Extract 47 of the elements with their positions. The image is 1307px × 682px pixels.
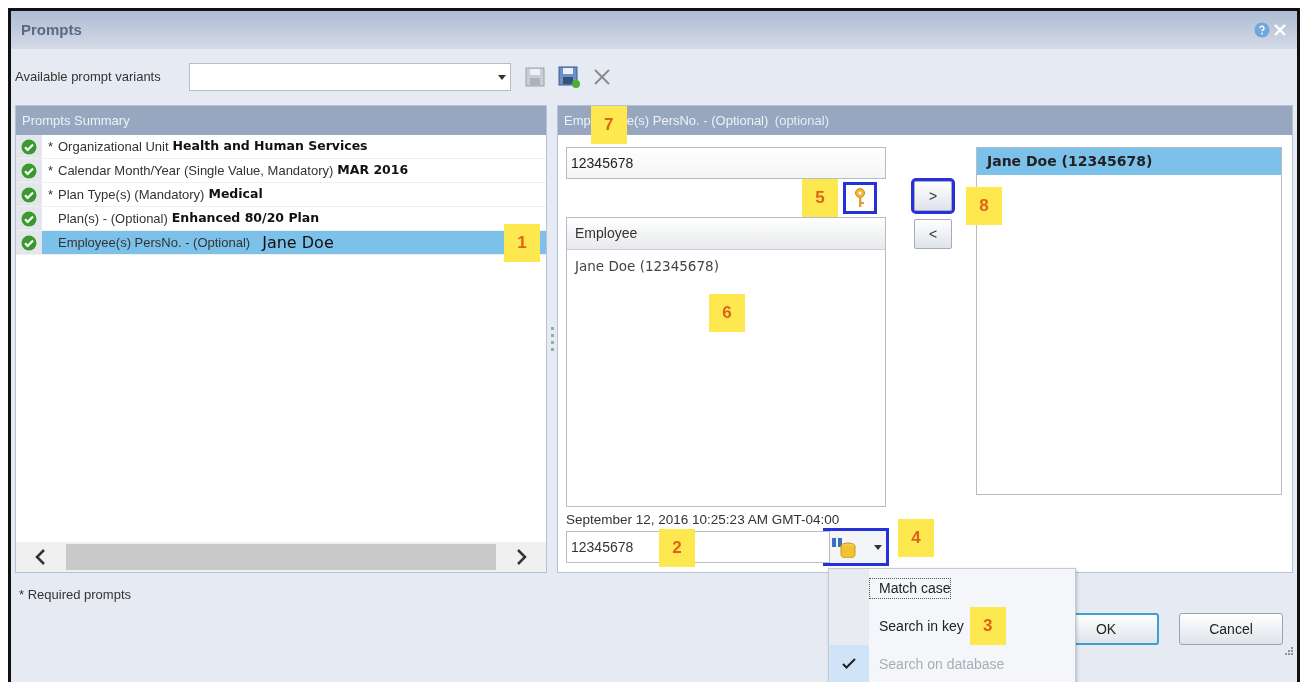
callout-label: 1 — [504, 224, 540, 262]
scroll-right-icon[interactable] — [516, 549, 528, 565]
menu-item[interactable]: Search in key — [869, 615, 964, 637]
callout-label: 2 — [659, 529, 695, 567]
status-ok-icon — [21, 162, 37, 179]
summary-row[interactable]: * Plan Type(s) (Mandatory) Medical — [42, 183, 546, 206]
callout-label: 5 — [802, 179, 838, 217]
dialog-title: Prompts — [21, 19, 82, 40]
panel-header: Prompts Summary — [16, 106, 546, 135]
splitter-handle-icon[interactable] — [550, 327, 554, 351]
delete-icon[interactable] — [593, 68, 612, 86]
callout-label: 7 — [590, 105, 627, 144]
key-icon — [854, 188, 866, 208]
dialog-button[interactable]: Cancel — [1179, 613, 1283, 645]
caret-icon — [874, 544, 882, 550]
search-database-icon — [830, 536, 858, 558]
summary-row[interactable]: * Calendar Month/Year (Single Value, Mandatory) MAR 2016 — [42, 159, 546, 182]
status-ok-icon — [21, 138, 37, 155]
optional-hint: (optional) — [774, 111, 830, 130]
save-as-icon[interactable] — [558, 66, 581, 88]
remove-button[interactable]: < — [914, 219, 952, 249]
status-ok-icon — [21, 210, 37, 227]
callout-label: 6 — [709, 294, 745, 332]
callout-label: 3 — [969, 607, 1006, 645]
timestamp-text: September 12, 2016 10:25:23 AM GMT-04:00 — [566, 511, 841, 529]
resize-grip-icon[interactable] — [1283, 645, 1293, 655]
save-icon[interactable] — [525, 67, 546, 87]
variant-dropdown[interactable] — [188, 63, 511, 91]
scroll-left-icon[interactable] — [34, 549, 46, 565]
add-button[interactable]: > — [914, 181, 952, 211]
menu-item[interactable]: Match case — [869, 577, 951, 599]
callout-label: 4 — [898, 519, 934, 557]
footnote-text: * Required prompts — [19, 586, 131, 604]
close-icon[interactable] — [1273, 23, 1287, 37]
status-ok-icon — [21, 234, 37, 251]
help-icon[interactable] — [1253, 22, 1270, 38]
list-item[interactable]: Jane Doe (12345678) — [567, 250, 885, 283]
scrollbar-thumb[interactable] — [66, 544, 496, 570]
caret-icon — [497, 74, 506, 80]
list-item[interactable]: Jane Doe (12345678) — [977, 148, 1281, 175]
summary-row[interactable]: * Organizational Unit Health and Human Services — [42, 135, 546, 158]
callout-label: 8 — [966, 187, 1002, 225]
variant-label: Available prompt variants — [15, 68, 161, 87]
value-field[interactable]: 12345678 — [566, 147, 886, 179]
panel-title: e(s) PersNo. - (Optional) — [626, 111, 769, 130]
status-ok-icon — [21, 186, 37, 203]
panel-title: Emp — [564, 111, 591, 130]
